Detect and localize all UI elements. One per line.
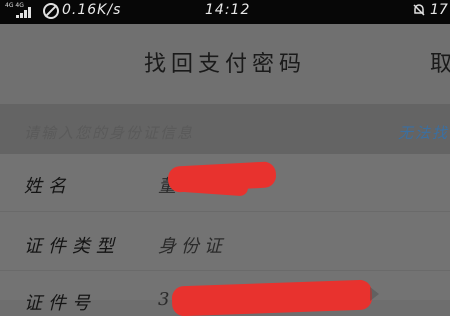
- chevron-right-icon: [370, 287, 379, 301]
- name-row[interactable]: 姓名 董: [0, 154, 450, 211]
- page-title: 找回支付密码: [143, 52, 306, 77]
- id-number-redaction-mark: [171, 279, 373, 316]
- id-type-label: 证件类型: [24, 236, 120, 257]
- do-not-disturb-icon: [43, 3, 59, 19]
- signal-strength-icon: [16, 6, 36, 18]
- cannot-verify-link[interactable]: 无法找: [398, 122, 449, 143]
- id-type-row[interactable]: 证件类型 身份证: [0, 212, 450, 270]
- network-speed-text: 0.16K/s: [62, 2, 122, 18]
- nav-bar: 找回支付密码 取: [0, 24, 450, 104]
- battery-level-text: 17: [430, 2, 448, 18]
- hint-text: 请输入您的身份证信息: [24, 124, 195, 142]
- status-time: 14:12: [205, 2, 251, 18]
- hint-row: 请输入您的身份证信息 无法找: [0, 104, 450, 154]
- bell-muted-icon: [413, 4, 425, 16]
- name-label: 姓名: [24, 176, 72, 197]
- id-number-row[interactable]: 证件号 3: [0, 271, 450, 316]
- cancel-button[interactable]: 取: [430, 46, 450, 78]
- status-bar: 4G 4G 0.16K/s 14:12 17: [0, 0, 450, 24]
- id-number-label: 证件号: [24, 293, 96, 314]
- id-type-value: 身份证: [158, 236, 227, 257]
